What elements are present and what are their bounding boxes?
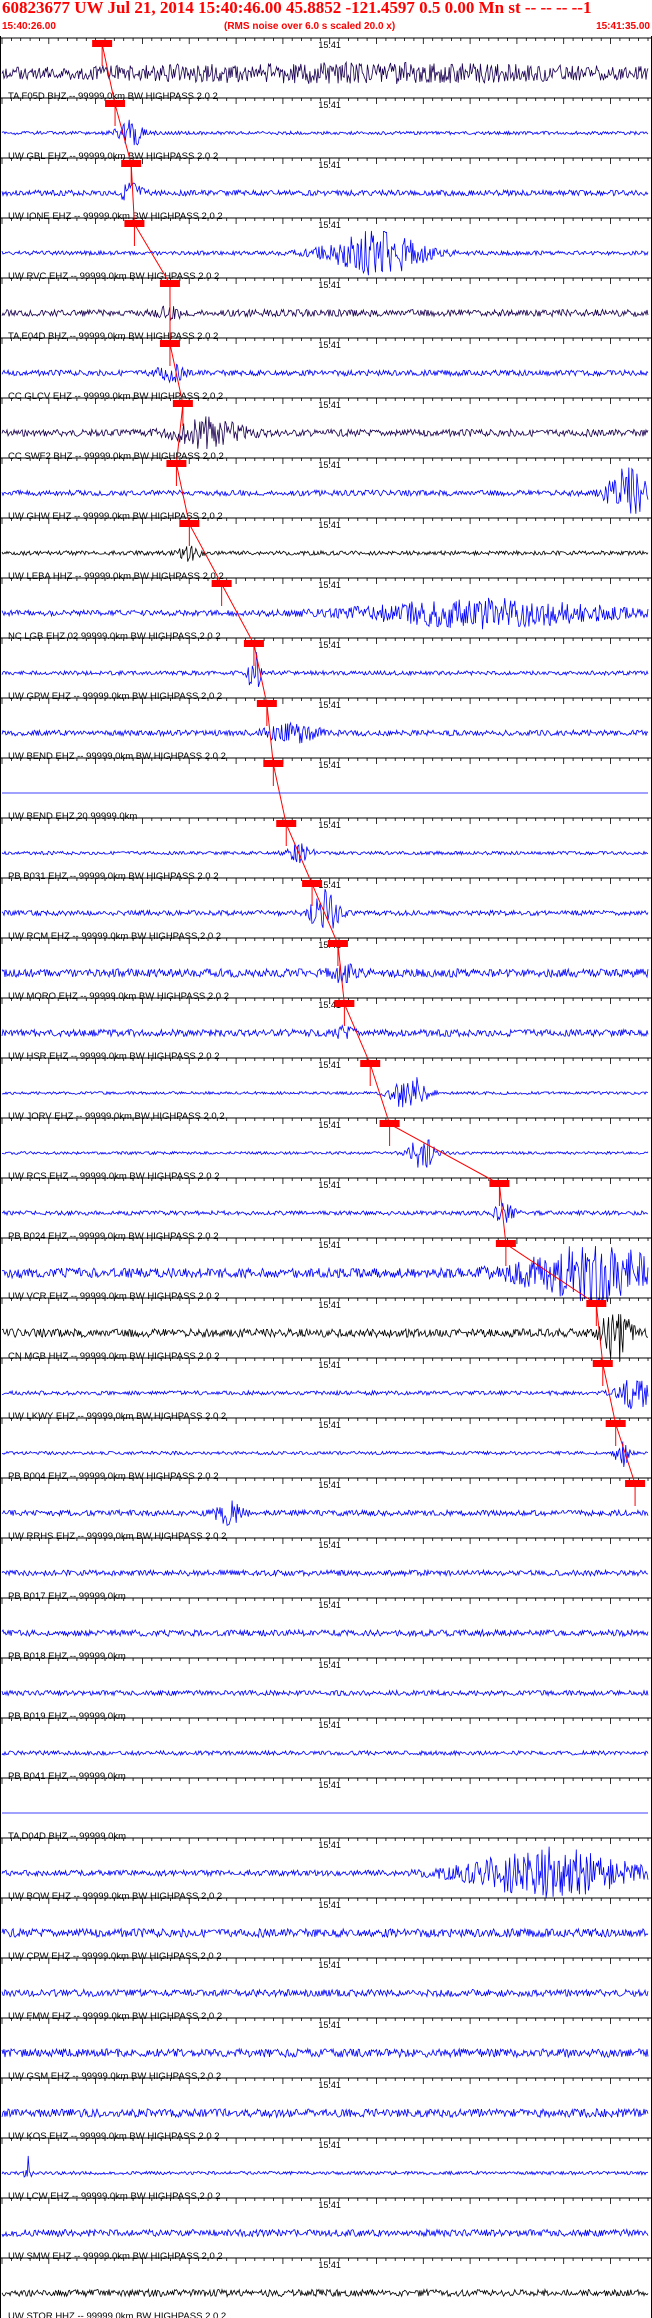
station-label: PB B017 EHZ -- 99999.0km: [8, 1591, 126, 1602]
waveform-trace: [1, 721, 649, 744]
minute-mark-label: 15:41: [318, 1840, 341, 1850]
station-label: UW BOW EHZ -- 99999.0km BW HIGHPASS 2.0 …: [8, 1891, 222, 1902]
waveform-trace: [1, 1988, 649, 1998]
station-label: PB B041 EHZ -- 99999.0km: [8, 1771, 126, 1782]
minute-mark-label: 15:41: [318, 40, 341, 50]
minute-mark-label: 15:41: [318, 700, 341, 710]
minute-mark-label: 15:41: [318, 580, 341, 590]
waveform-trace: [1, 1139, 649, 1168]
waveform-trace: [1, 1628, 649, 1638]
waveform-trace: [1, 1441, 648, 1468]
plot-header: 60823677 UW Jul 21, 2014 15:40:46.00 45.…: [0, 0, 652, 36]
minute-mark-label: 15:41: [318, 1360, 341, 1370]
waveform-trace: [1, 963, 649, 984]
minute-mark-label: 15:41: [318, 640, 341, 650]
station-label: TA D04D BHZ -- 99999.0km: [8, 1831, 126, 1842]
minute-mark-label: 15:41: [318, 220, 341, 230]
waveform-trace: [1, 2107, 649, 2119]
waveform-trace: [1, 363, 649, 384]
waveform-trace: [1, 2047, 649, 2059]
waveform-trace: [1, 843, 649, 864]
waveform-trace: [1, 1927, 649, 1939]
minute-mark-label: 15:41: [318, 2080, 341, 2090]
station-label: UW GPW EHZ -- 99999.0km BW HIGHPASS 2.0 …: [8, 691, 222, 702]
waveform-trace: [1, 1024, 649, 1039]
minute-mark-label: 15:41: [318, 1660, 341, 1670]
minute-mark-label: 15:41: [318, 1600, 341, 1610]
waveform-trace: [1, 1202, 649, 1223]
seismogram-plot: 15:41TA F05D BHZ -- 99999.0km BW HIGHPAS…: [0, 36, 652, 2318]
waveform-trace: [1, 1077, 649, 1108]
waveform-trace: [1, 2287, 649, 2298]
minute-mark-label: 15:41: [318, 1480, 341, 1490]
minute-mark-label: 15:41: [318, 1900, 341, 1910]
minute-mark-label: 15:41: [318, 1180, 341, 1190]
minute-mark-label: 15:41: [318, 1720, 341, 1730]
minute-mark-label: 15:41: [318, 1240, 341, 1250]
waveform-trace: [1, 230, 649, 276]
waveform-trace: [1, 119, 649, 146]
minute-mark-label: 15:41: [318, 460, 341, 470]
waveform-trace: [1, 1380, 649, 1410]
minute-mark-label: 15:41: [318, 1300, 341, 1310]
minute-mark-label: 15:41: [318, 100, 341, 110]
station-label: UW STOR HHZ -- 99999.0km BW HIGHPASS 2.0…: [8, 2311, 226, 2318]
chart-title: 60823677 UW Jul 21, 2014 15:40:46.00 45.…: [2, 0, 592, 17]
station-label: UW LEBA HHZ -- 99999.0km BW HIGHPASS 2.0…: [8, 571, 224, 582]
station-label: UW BEND EHZ 20 99999.0km: [8, 811, 137, 822]
minute-mark-label: 15:41: [318, 1060, 341, 1070]
minute-mark-label: 15:41: [318, 1960, 341, 1970]
waveform-trace: [1, 652, 649, 688]
waveform-trace: [1, 1500, 649, 1526]
minute-mark-label: 15:41: [318, 520, 341, 530]
station-label: CC SWF2 BHZ -- 99999.0km BW HIGHPASS 2.0…: [8, 451, 224, 462]
minute-mark-label: 15:41: [318, 160, 341, 170]
waveform-trace: [1, 416, 649, 450]
station-label: PB B019 EHZ -- 99999.0km: [8, 1711, 126, 1722]
station-label: UW RRHS EHZ -- 99999.0km BW HIGHPASS 2.0…: [8, 1531, 226, 1542]
minute-mark-label: 15:41: [318, 340, 341, 350]
minute-mark-label: 15:41: [318, 1540, 341, 1550]
station-label: UW BEND EHZ -- 99999.0km BW HIGHPASS 2.0…: [8, 751, 226, 762]
minute-mark-label: 15:41: [318, 2020, 341, 2030]
waveform-trace: [1, 889, 649, 929]
waveform-trace: [1, 305, 649, 321]
station-label: UW IONE EHZ -- 99999.0km BW HIGHPASS 2.0…: [8, 211, 223, 222]
waveform-trace: [1, 182, 649, 201]
station-label: UW SMW EHZ -- 99999.0km BW HIGHPASS 2.0 …: [8, 2251, 223, 2262]
station-label: UW JORV EHZ -- 99999.0km BW HIGHPASS 2.0…: [8, 1111, 225, 1122]
waveform-trace: [1, 2228, 649, 2238]
waveform-trace: [1, 545, 649, 562]
waveform-trace: [1, 467, 649, 514]
minute-mark-label: 15:41: [318, 760, 341, 770]
minute-mark-label: 15:41: [318, 280, 341, 290]
station-label: PB B018 EHZ -- 99999.0km: [8, 1651, 126, 1662]
station-label: UW FMW EHZ -- 99999.0km BW HIGHPASS 2.0 …: [8, 2011, 222, 2022]
minute-mark-label: 15:41: [318, 400, 341, 410]
minute-mark-label: 15:41: [318, 2140, 341, 2150]
waveform-trace: [1, 597, 649, 630]
time-end-label: 15:41:35.00: [596, 21, 650, 32]
minute-mark-label: 15:41: [318, 2200, 341, 2210]
waveform-trace: [1, 1568, 649, 1578]
waveform-trace: [1, 1749, 649, 1757]
minute-mark-label: 15:41: [318, 820, 341, 830]
waveform-trace: [1, 2155, 649, 2178]
time-start-label: 15:40:26.00: [2, 21, 56, 32]
waveform-trace: [1, 1689, 649, 1697]
chart-subtitle: (RMS noise over 6.0 s scaled 20.0 x): [224, 21, 396, 32]
minute-mark-label: 15:41: [318, 2260, 341, 2270]
minute-mark-label: 15:41: [318, 1780, 341, 1790]
waveform-trace: [1, 60, 649, 84]
waveform-trace: [1, 1846, 649, 1898]
minute-mark-label: 15:41: [318, 1420, 341, 1430]
station-label: UW MORO EHZ -- 99999.0km BW HIGHPASS 2.0…: [8, 991, 229, 1002]
station-label: UW LKWY EHZ -- 99999.0km BW HIGHPASS 2.0…: [8, 1411, 226, 1422]
minute-mark-label: 15:41: [318, 1120, 341, 1130]
